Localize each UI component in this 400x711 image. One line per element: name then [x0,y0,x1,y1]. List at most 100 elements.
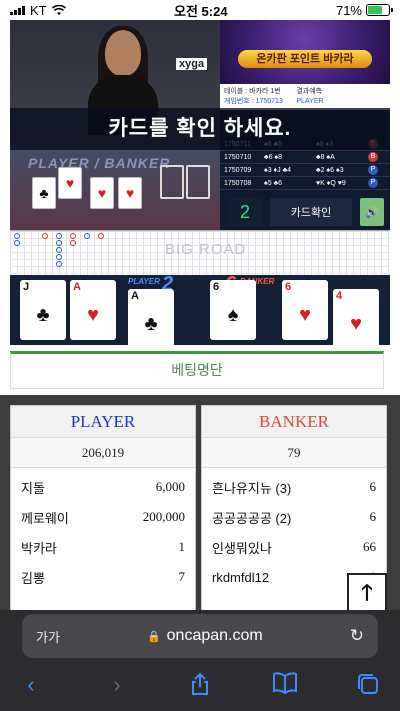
player-bets-header: PLAYER [11,406,195,438]
banker-card: 6 ♥ [282,280,328,340]
road-marker [56,233,62,239]
promo-banner: 온카판 포인트 바카라 [220,20,390,84]
result-label: 결과예측 [296,88,323,95]
history-row: 1750708 ♠5 ♣6 ♥K ♦Q ♥9 P [220,177,390,190]
card-suit: ♠ [227,304,239,326]
tabs-icon[interactable] [353,672,383,698]
felt-slot [186,165,210,199]
card-rank: A [73,281,81,293]
bet-amount: 7 [178,569,186,584]
browser-toolbar: 가가 🔒 oncapan.com ↻ ‹ › [0,610,400,711]
table-name: 테이블 : 바카라 1번 [224,88,281,95]
felt-card: ♥ [58,167,82,199]
scroll-top-icon: 🡑 [361,580,373,605]
history-result: B [368,152,378,162]
back-icon[interactable]: ‹ [16,672,46,698]
bettor-name: 공공공공공 (2) [212,510,292,526]
reload-icon[interactable]: ↻ [350,626,364,646]
bettor-name: rkdmfdl12 [212,569,270,585]
history-banker-cards: ♥K ♦Q ♥9 [316,179,346,187]
player-total: 206,019 [11,438,195,468]
road-marker [56,261,62,267]
web-page: xyga PLAYER / BANKER ♣ ♥ ♥ ♥ 온카판 포인트 바카라… [0,20,400,610]
history-banker-cards: ♣8 ♠A [316,153,335,161]
road-marker [70,240,76,246]
status-left: KT [10,3,66,18]
road-marker [70,233,76,239]
player-card: J ♣ [20,280,66,340]
address-bar[interactable]: 가가 🔒 oncapan.com ↻ [22,614,378,658]
banker-card: 6 ♠ [210,280,256,340]
card-suit: ♥ [299,304,311,326]
clock: 오전 5:24 [174,3,228,19]
scroll-top-button[interactable]: 🡑 [347,573,387,610]
bet-row: 김뽕 7 [11,562,195,592]
bettor-name: 흔나유지뉴 (3) [212,480,292,496]
big-road-label: BIG ROAD [165,241,247,258]
history-round: 1750710 [224,153,252,161]
bettor-name: 김뽕 [21,570,45,586]
card-rank: J [23,281,30,293]
card-suit: ♣ [36,304,50,326]
bet-amount: 200,000 [142,509,185,524]
dealer-face [105,30,141,76]
betting-list-tab[interactable]: 베팅명단 [10,351,384,389]
card-suit: ♥ [350,313,362,335]
dealer-logo-tag: xyga [176,58,208,70]
round-number: 게임번호 : 1750713 [224,98,283,105]
bettor-name: 박카라 [21,540,57,556]
sound-button[interactable]: 🔊 [360,198,384,226]
card-rank: 4 [336,290,343,302]
status-bar: KT 오전 5:24 71% [0,0,400,20]
banker-card: 4 ♥ [333,289,379,345]
card-rank: 6 [213,281,220,293]
road-marker [56,254,62,260]
history-player-cards: ♠3 ♦J ♣4 [264,166,292,174]
felt-card: ♥ [118,177,142,209]
road-marker [84,233,90,239]
share-icon[interactable] [185,672,215,698]
carrier-label: KT [30,2,47,18]
bettor-name: 인생뭐있나 [212,540,272,556]
history-player-cards: ♣6 ♠8 [264,153,283,161]
history-round: 1750708 [224,179,252,187]
bet-amount: 6 [369,479,377,494]
big-road: BIG ROAD [10,230,390,275]
bet-row: 박카라 1 [11,532,195,562]
forward-icon[interactable]: › [102,672,132,698]
bet-amount: 6 [369,509,377,524]
bet-row: 지돌 6,000 [11,472,195,502]
dealt-cards: PLAYER 2 6 BANKER J♣A♥A♣6♠6♥4♥ [10,273,390,345]
lock-icon: 🔒 [146,631,161,643]
bettor-name: 지돌 [21,480,45,496]
road-marker [14,240,20,246]
road-marker [42,233,48,239]
history-result: P [368,165,378,175]
prediction-label: PLAYER [296,98,324,105]
road-marker [98,233,104,239]
bettor-name: 께로웨이 [21,510,69,526]
banner-title: 온카판 포인트 바카라 [238,50,372,68]
felt-card: ♥ [90,177,114,209]
status-right: 71% [335,2,393,18]
card-rank: A [131,290,139,302]
card-rank: 6 [285,281,292,293]
bet-row: 께로웨이 200,000 [11,502,195,532]
card-check-button[interactable]: 카드확인 [270,198,352,226]
url-field[interactable]: 🔒 oncapan.com [60,627,350,645]
player-card: A ♣ [128,289,174,345]
game-area: xyga PLAYER / BANKER ♣ ♥ ♥ ♥ 온카판 포인트 바카라… [10,20,390,345]
sound-icon: 🔊 [365,206,379,219]
felt-card: ♣ [32,177,56,209]
bet-row: 흔나유지뉴 (3) 6 [202,472,386,502]
bookmarks-icon[interactable] [270,672,300,698]
history-player-cards: ♠5 ♣6 [264,179,283,187]
felt-slot [160,165,184,199]
history-round: 1750709 [224,166,252,174]
text-size-button[interactable]: 가가 [36,627,60,646]
road-marker [56,247,62,253]
overlay-message: 카드를 확인 하세요. [10,108,390,150]
card-suit: ♥ [87,304,99,326]
battery-percent: 71% [335,2,362,18]
player-bet-list: 지돌 6,000 께로웨이 200,000 박카라 1 김뽕 7 [11,468,195,592]
